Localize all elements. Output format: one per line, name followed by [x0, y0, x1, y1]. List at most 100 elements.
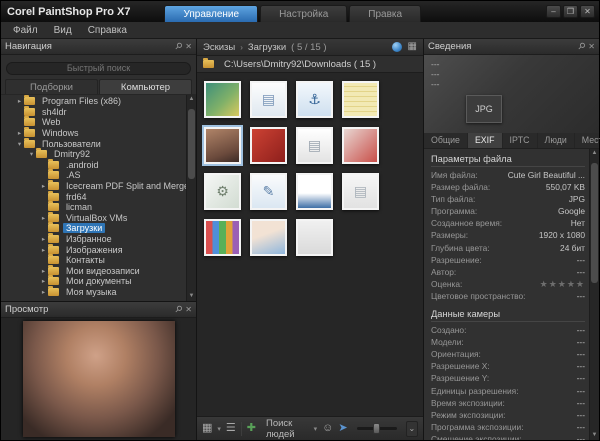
thumbnail[interactable]: ▤	[342, 173, 379, 210]
info-tab[interactable]: EXIF	[468, 133, 503, 148]
share-icon[interactable]: ➤	[338, 423, 347, 434]
maximize-button[interactable]: ❒	[563, 5, 578, 18]
workspace-tab[interactable]: Правка	[349, 5, 421, 22]
thumbnail[interactable]	[204, 219, 241, 256]
expand-arrow-icon[interactable]: ▾	[15, 140, 24, 148]
thumbnail[interactable]	[250, 219, 287, 256]
thumbnail[interactable]: ▤	[296, 127, 333, 164]
scrollbar-thumb[interactable]	[188, 109, 195, 179]
quick-search-input[interactable]	[6, 62, 191, 75]
menu-item[interactable]: Справка	[80, 24, 135, 37]
scroll-up-icon[interactable]: ▲	[590, 149, 599, 158]
pin-icon[interactable]: ⚲	[172, 304, 183, 315]
close-icon[interactable]: ✕	[588, 43, 595, 51]
expand-arrow-icon[interactable]: ▸	[39, 246, 48, 254]
thumbnail[interactable]	[342, 127, 379, 164]
thumbnail[interactable]	[204, 127, 241, 164]
info-tab[interactable]: Общие	[424, 133, 468, 148]
list-view-icon[interactable]: ☰	[226, 423, 236, 434]
thumbnail[interactable]	[204, 81, 241, 118]
collapse-tray-icon[interactable]: ⌄	[406, 421, 418, 437]
tree-item-label: Мои видеозаписи	[63, 266, 143, 276]
tree-scrollbar[interactable]: ▲ ▼	[186, 95, 196, 301]
expand-arrow-icon[interactable]: ▸	[39, 288, 48, 296]
tree-item[interactable]: ▸ VirtualBox VMs	[1, 213, 196, 224]
close-icon[interactable]: ✕	[185, 43, 192, 51]
pin-icon[interactable]: ⚲	[575, 41, 586, 52]
info-row-value: ---	[577, 266, 585, 278]
folder-icon	[24, 97, 35, 105]
thumbnail[interactable]	[342, 81, 379, 118]
expand-arrow-icon[interactable]: ▾	[27, 150, 36, 158]
workspace-tab[interactable]: Настройка	[260, 5, 347, 22]
thumbnail[interactable]: ⚓	[296, 81, 333, 118]
expand-arrow-icon[interactable]: ▸	[39, 267, 48, 275]
minimize-button[interactable]: –	[546, 5, 561, 18]
thumbnail[interactable]	[296, 173, 333, 210]
tag-icon[interactable]: ✚	[247, 423, 256, 434]
workspace-tab[interactable]: Управление	[164, 5, 258, 22]
thumbnail[interactable]: ✎	[250, 173, 287, 210]
info-row-value: 1920 x 1080	[539, 229, 585, 241]
tree-item[interactable]: .AS	[1, 170, 196, 181]
tree-item[interactable]: ▸ Program Files (x86)	[1, 96, 196, 107]
thumbnail[interactable]: ⚙	[204, 173, 241, 210]
info-tab[interactable]: Люди	[538, 133, 575, 148]
scroll-up-icon[interactable]: ▲	[187, 95, 196, 104]
sync-icon[interactable]	[392, 42, 402, 52]
info-tab[interactable]: IPTC	[503, 133, 538, 148]
tree-item[interactable]: ▸ Мои видеозаписи	[1, 266, 196, 277]
tree-item[interactable]: ▸ Избранное	[1, 234, 196, 245]
thumbnail[interactable]: ▤	[250, 81, 287, 118]
thumbnail-view-icon[interactable]: ▦	[202, 423, 212, 434]
tree-item[interactable]: Web	[1, 117, 196, 128]
people-search-label[interactable]: Поиск людей	[266, 418, 309, 440]
info-row: Размер файла: 550,07 KB	[431, 181, 585, 193]
find-people-icon[interactable]: ☺	[322, 423, 333, 434]
tree-item[interactable]: sh4ldr	[1, 107, 196, 118]
scroll-down-icon[interactable]: ▼	[187, 292, 196, 301]
navigation-tab[interactable]: Компьютер	[99, 79, 192, 94]
tree-item[interactable]: ▸ Изображения	[1, 244, 196, 255]
tree-item[interactable]: Загрузки	[1, 223, 196, 234]
breadcrumb-current[interactable]: Загрузки	[248, 42, 286, 53]
selection-counter: ( 5 / 15 )	[291, 42, 326, 53]
tree-item[interactable]: ▾ Пользователи	[1, 138, 196, 149]
info-row: Созданное время: Нет	[431, 217, 585, 229]
pin-icon[interactable]: ⚲	[172, 41, 183, 52]
tree-item[interactable]: .android	[1, 160, 196, 171]
expand-arrow-icon[interactable]: ▸	[15, 129, 24, 137]
breadcrumb-root[interactable]: Эскизы	[203, 42, 235, 53]
expand-arrow-icon[interactable]: ▸	[39, 277, 48, 285]
chevron-down-icon[interactable]: ▾	[217, 425, 221, 433]
thumbnail[interactable]	[250, 127, 287, 164]
scrollbar-thumb[interactable]	[591, 163, 598, 283]
menu-item[interactable]: Файл	[5, 24, 46, 37]
navigation-tab[interactable]: Подборки	[5, 79, 98, 94]
tree-item[interactable]: ▸ Windows	[1, 128, 196, 139]
thumbnail[interactable]	[296, 219, 333, 256]
scroll-down-icon[interactable]: ▼	[590, 431, 599, 440]
info-tab[interactable]: Места	[575, 133, 600, 148]
tree-item[interactable]: ▸ Мои документы	[1, 276, 196, 287]
view-options-icon[interactable]: ▦	[408, 42, 417, 52]
folder-icon	[36, 150, 47, 158]
tree-item[interactable]: ▸ Моя музыка	[1, 287, 196, 298]
expand-arrow-icon[interactable]: ▸	[39, 214, 48, 222]
expand-arrow-icon[interactable]: ▸	[39, 182, 48, 190]
zoom-slider-handle[interactable]	[373, 423, 380, 434]
tree-item[interactable]: Контакты	[1, 255, 196, 266]
expand-arrow-icon[interactable]: ▸	[39, 235, 48, 243]
info-row-label: Цветовое пространство:	[431, 290, 526, 302]
tree-item[interactable]: ▾ Dmitry92	[1, 149, 196, 160]
chevron-down-icon[interactable]: ▾	[314, 425, 318, 433]
info-scrollbar[interactable]: ▲ ▼	[589, 149, 599, 440]
menu-item[interactable]: Вид	[46, 24, 80, 37]
tree-item[interactable]: frd64	[1, 191, 196, 202]
close-icon[interactable]: ✕	[185, 306, 192, 314]
expand-arrow-icon[interactable]: ▸	[15, 97, 24, 105]
tree-item[interactable]: ▸ Icecream PDF Split and Merge	[1, 181, 196, 192]
close-button[interactable]: ✕	[580, 5, 595, 18]
tree-item[interactable]: licman	[1, 202, 196, 213]
zoom-slider[interactable]	[357, 427, 397, 430]
